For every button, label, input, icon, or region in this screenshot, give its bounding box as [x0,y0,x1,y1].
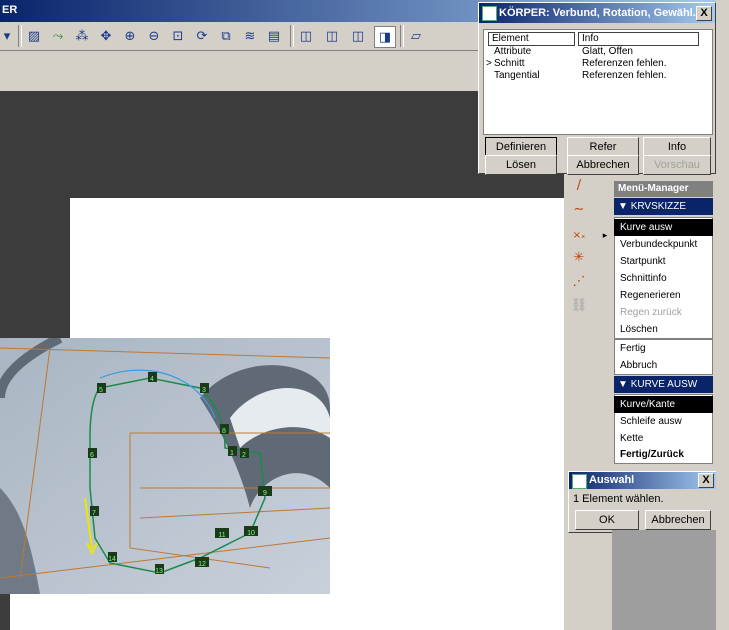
close-icon[interactable]: X [696,6,712,21]
vertex-label: 9 [263,490,267,497]
main-window-title: ER [2,4,18,16]
auswahl-titlebar: Auswahl X [569,472,717,489]
row-marker: > [486,58,492,69]
menu-item-loeschen[interactable]: Löschen [614,321,713,338]
menu-item-kurve-kante[interactable]: Kurve/Kante [614,396,713,413]
vorschau-button[interactable]: Vorschau [643,155,711,175]
menu-item-regen-zurueck[interactable]: Regen zurück [614,304,713,321]
no-hidden-icon[interactable]: ◫ [348,26,368,46]
auswahl-message: 1 Element wählen. [573,493,664,505]
wireframe-icon[interactable]: ◫ [296,26,316,46]
column-header-element: Element [488,32,575,46]
column-header-info: Info [578,32,699,46]
row-info: Referenzen fehlen. [582,70,667,81]
line-icon[interactable]: / [568,176,590,196]
sketch-icon[interactable]: ▨ [24,26,44,46]
dropdown-arrow-icon[interactable]: ▾ [0,26,14,46]
ok-button[interactable]: OK [575,510,639,530]
hidden-line-icon[interactable]: ◫ [322,26,342,46]
feature-dialog-title: KÖRPER: Verbund, Rotation, Gewähl... [499,7,702,19]
vertex-label: 4 [150,376,154,383]
row-info: Referenzen fehlen. [582,58,667,69]
intersect-icon[interactable]: ✳ [568,248,590,268]
feature-dialog: KÖRPER: Verbund, Rotation, Gewähl... X E… [478,2,716,175]
window-icon [572,474,587,489]
element-table: Element Info > Attribute Glatt, Offen Sc… [483,29,713,135]
auswahl-title: Auswahl [589,474,635,486]
viewport-white-bottom [10,594,564,630]
menu-manager-title: Menü-Manager [614,181,713,197]
info-button[interactable]: Info [643,137,711,157]
saved-views-icon[interactable]: ▤ [264,26,284,46]
row-element[interactable]: Tangential [494,70,540,81]
dimension-icon[interactable]: ⋰ [568,272,590,292]
datum-plane-icon[interactable]: ⏥ [406,26,426,46]
vertex-label: 2 [242,452,246,459]
close-icon[interactable]: X [698,473,714,488]
vertex-label: 10 [247,530,255,537]
menu-item-schleife-ausw[interactable]: Schleife ausw [614,413,713,430]
menu-item-verbundeckpunkt[interactable]: Verbundeckpunkt [614,236,713,253]
vertex-label: 8 [222,428,226,435]
spin-icon[interactable]: ⟳ [192,26,212,46]
menu-section-kurve-ausw[interactable]: ▼ KURVE AUSW [614,376,713,393]
right-edge [716,0,729,630]
vertex-label: 13 [155,568,163,575]
menu-item-fertig[interactable]: Fertig [614,340,713,357]
layers-icon[interactable]: ≋ [240,26,260,46]
shaded-icon[interactable]: ◨ [374,26,396,48]
menu-manager-empty-area [612,530,716,630]
menu-section-krvskizze[interactable]: ▼ KRVSKIZZE [614,198,713,215]
window-icon [482,6,497,21]
menu-item-kurve-ausw[interactable]: Kurve ausw [614,219,713,236]
row-element[interactable]: Attribute [494,46,531,57]
toolbar-separator [290,25,294,47]
vertex-label: 5 [99,387,103,394]
menu-section-label: KURVE AUSW [630,379,698,390]
menu-manager: Menü-Manager ▼ KRVSKIZZE Kurve ausw Verb… [612,180,716,464]
zoom-fit-icon[interactable]: ⊡ [168,26,188,46]
spline-icon[interactable]: ⤳ [48,26,68,46]
3d-model-view[interactable]: 5436781 291011121314 [0,338,330,594]
network-icon[interactable]: ⁂ [72,26,92,46]
menu-item-regenerieren[interactable]: Regenerieren [614,287,713,304]
zoom-out-icon[interactable]: ⊖ [144,26,164,46]
row-info: Glatt, Offen [582,46,633,57]
points-icon[interactable]: ×ₓ [568,226,590,246]
abbrechen-button[interactable]: Abbrechen [567,155,639,175]
menu-item-kette[interactable]: Kette [614,430,713,447]
toolbar-separator [400,25,404,47]
vertex-label: 6 [90,452,94,459]
chain-icon[interactable]: ⛓ [568,296,590,316]
menu-item-fertig-zurueck[interactable]: Fertig/Zurück [614,446,713,463]
vertex-label: 11 [218,532,225,539]
definieren-button[interactable]: Definieren [485,137,557,157]
view-orient-icon[interactable]: ⧉ [216,26,236,46]
vertex-label: 12 [198,561,206,568]
vertex-label: 7 [92,510,96,517]
zoom-in-icon[interactable]: ⊕ [120,26,140,46]
menu-item-startpunkt[interactable]: Startpunkt [614,253,713,270]
toolbar-area [0,51,480,91]
vertex-label: 1 [230,450,234,457]
refer-button[interactable]: Refer [567,137,639,157]
auswahl-dialog: Auswahl X 1 Element wählen. OK Abbrechen [568,471,718,533]
menu-item-schnittinfo[interactable]: Schnittinfo [614,270,713,287]
pan-icon[interactable]: ✥ [96,26,116,46]
cancel-button[interactable]: Abbrechen [645,510,711,530]
vertex-label: 14 [108,556,116,563]
sketch-tools-strip: / ∼ ×ₓ ▸ ✳ ⋰ ⛓ [564,172,612,337]
row-element[interactable]: Schnitt [494,58,525,69]
loesen-button[interactable]: Lösen [485,155,557,175]
menu-item-abbruch[interactable]: Abbruch [614,357,713,374]
vertex-label: 3 [202,387,206,394]
menu-section-label: KRVSKIZZE [630,201,687,212]
curve-icon[interactable]: ∼ [568,200,590,220]
toolbar-separator [18,25,22,47]
feature-dialog-titlebar: KÖRPER: Verbund, Rotation, Gewähl... X [479,3,715,23]
